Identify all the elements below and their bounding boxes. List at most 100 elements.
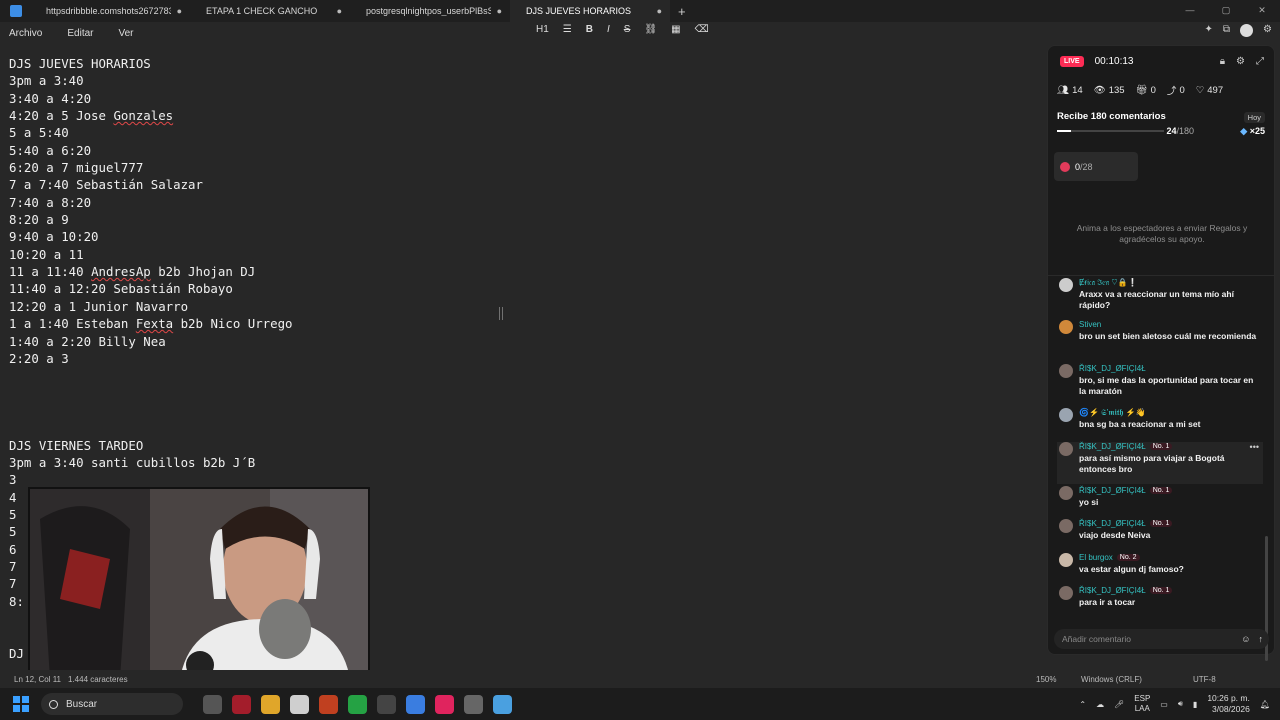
editor-line[interactable]: 1 a 1:40 Esteban Fexta b2b Nico Urrego — [9, 315, 1039, 332]
tab-2[interactable]: ETAPA 1 CHECK GANCHO ● — [190, 0, 350, 22]
tray-chevron-icon[interactable]: ⌃ — [1079, 700, 1086, 709]
chat-username[interactable]: Ɇɍ𝔦𝔠𝔞 ℑ𝔢𝔫 ♡🔒❕ — [1079, 278, 1138, 288]
lock-icon[interactable]: 🔒︎ — [1220, 56, 1225, 67]
chat-avatar[interactable] — [1059, 364, 1073, 378]
tiktok-icon[interactable] — [435, 694, 454, 714]
editor-line[interactable] — [9, 402, 1039, 419]
app-icon-red[interactable] — [232, 694, 251, 714]
windows-start-icon[interactable] — [13, 696, 29, 712]
menu-editar[interactable]: Editar — [67, 28, 93, 39]
chat-message[interactable]: ŘI$K_DJ_ØFIÇI4Ł No. 1 para ir a tocar — [1057, 586, 1263, 618]
gift-goal-card[interactable]: 0/28 — [1054, 152, 1138, 181]
settings-gear-icon[interactable]: ⚙ — [1263, 24, 1272, 37]
heading-dropdown[interactable]: H1 — [536, 24, 549, 35]
editor-line[interactable]: 12:20 a 1 Junior Navarro — [9, 298, 1039, 315]
chat-avatar[interactable] — [1059, 586, 1073, 600]
tab-3[interactable]: postgresqlnightpos_userbPlBsSh6o1 ● — [350, 0, 510, 22]
strikethrough-button[interactable]: S — [624, 24, 631, 35]
chat-username[interactable]: ŘI$K_DJ_ØFIÇI4Ł No. 1 — [1079, 442, 1173, 451]
onedrive-icon[interactable]: ☁ — [1096, 700, 1104, 709]
editor-line[interactable] — [9, 385, 1039, 402]
tab-close-icon[interactable]: ● — [177, 6, 182, 16]
taskbar-search[interactable]: Buscar — [41, 693, 183, 715]
maximize-button[interactable]: ▢ — [1208, 0, 1244, 20]
editor-line[interactable]: 7:40 a 8:20 — [9, 194, 1039, 211]
notepad-icon[interactable] — [493, 694, 512, 714]
close-window-button[interactable]: ✕ — [1244, 0, 1280, 20]
tab-close-icon[interactable]: ● — [657, 6, 662, 16]
network-icon[interactable]: ▭ — [1160, 700, 1168, 709]
chat-username[interactable]: ŘI$K_DJ_ØFIÇI4Ł No. 1 — [1079, 486, 1173, 495]
chat-avatar[interactable] — [1059, 408, 1073, 422]
chat-message[interactable]: 🌀⚡ 𝕾’𝖒𝖎𝖙𝖍 ⚡👋 bna sg ba a reacionar a mi s… — [1057, 408, 1263, 440]
minimize-button[interactable]: — — [1172, 0, 1208, 20]
tab-close-icon[interactable]: ● — [337, 6, 342, 16]
notification-bell-icon[interactable]: 🔔︎ — [1260, 700, 1270, 709]
link-icon[interactable]: ⛓ — [644, 24, 657, 35]
chat-avatar[interactable] — [1059, 486, 1073, 500]
chat-username[interactable]: ŘI$K_DJ_ØFIÇI4Ł No. 1 — [1079, 519, 1173, 528]
whatsapp-icon[interactable] — [348, 694, 367, 714]
editor-line[interactable]: 9:40 a 10:20 — [9, 228, 1039, 245]
editor-line[interactable]: 3pm a 3:40 — [9, 72, 1039, 89]
chat-message[interactable]: ŘI$K_DJ_ØFIÇI4Ł No. 1 viajo desde Neiva — [1057, 519, 1263, 551]
editor-line[interactable]: 3pm a 3:40 santi cubillos b2b J´B — [9, 454, 1039, 471]
clear-format-icon[interactable]: ⌫ — [695, 24, 709, 35]
chrome-icon[interactable] — [406, 694, 425, 714]
chat-message[interactable]: ŘI$K_DJ_ØFIÇI4Ł No. 1 yo si — [1057, 486, 1263, 517]
taskbar-clock[interactable]: 10:26 p. m. 3/08/2026 — [1207, 693, 1250, 715]
list-icon[interactable]: ☰ — [563, 24, 572, 35]
volume-icon[interactable]: 🔊︎ — [1178, 699, 1183, 709]
editor-line[interactable]: DJS JUEVES HORARIOS — [9, 55, 1039, 72]
app-icon-orange[interactable] — [319, 694, 338, 714]
chat-avatar[interactable] — [1059, 519, 1073, 533]
chat-avatar[interactable] — [1059, 278, 1073, 292]
italic-button[interactable]: I — [607, 24, 610, 35]
popout-icon[interactable]: ⤢ — [1256, 56, 1264, 67]
tab-1[interactable]: httpsdribbble.comshots26727839-M ● — [30, 0, 190, 22]
chat-message[interactable]: ŘI$K_DJ_ØFIÇI4Ł bro, si me das la oportun… — [1057, 364, 1263, 406]
table-icon[interactable]: ▦ — [671, 24, 680, 35]
chat-username[interactable]: ŘI$K_DJ_ØFIÇI4Ł — [1079, 364, 1146, 373]
emoji-icon[interactable]: ☺ — [1241, 634, 1250, 644]
editor-line[interactable]: 11 a 11:40 AndresAp b2b Jhojan DJ — [9, 263, 1039, 280]
lang-indicator[interactable]: ESP LAA — [1134, 694, 1150, 714]
editor-line[interactable] — [9, 367, 1039, 384]
editor-line[interactable]: 4:20 a 5 Jose Gonzales — [9, 107, 1039, 124]
line-ending[interactable]: Windows (CRLF) — [1081, 675, 1142, 684]
zoom-level[interactable]: 150% — [1036, 675, 1056, 684]
editor-line[interactable]: 3 — [9, 471, 1039, 488]
app-icon-gray[interactable] — [377, 694, 396, 714]
chat-avatar[interactable] — [1059, 442, 1073, 456]
editor-line[interactable]: 5 a 5:40 — [9, 124, 1039, 141]
chat-message[interactable]: El burgox No. 2 va estar algun dj famoso? — [1057, 553, 1263, 584]
send-arrow-icon[interactable]: ↑ — [1259, 634, 1264, 644]
chat-avatar[interactable] — [1059, 553, 1073, 567]
editor-line[interactable]: 5:40 a 6:20 — [9, 142, 1039, 159]
editor-line[interactable]: 2:20 a 3 — [9, 350, 1039, 367]
cast-icon[interactable]: ⧉ — [1223, 24, 1230, 37]
file-explorer-icon[interactable] — [261, 694, 280, 714]
editor-line[interactable]: DJS VIERNES TARDEO — [9, 437, 1039, 454]
tab-close-icon[interactable]: ● — [497, 6, 502, 16]
chat-username[interactable]: ŘI$K_DJ_ØFIÇI4Ł No. 1 — [1079, 586, 1173, 595]
chat-message[interactable]: Ɇɍ𝔦𝔠𝔞 ℑ𝔢𝔫 ♡🔒❕ Araxx va a reaccionar un te… — [1057, 278, 1263, 318]
comment-input[interactable]: Añadir comentario ☺ ↑ — [1054, 629, 1269, 649]
settings-icon[interactable]: ⚙ — [1236, 56, 1245, 67]
chat-message[interactable]: ŘI$K_DJ_ØFIÇI4Ł No. 1 para así mismo para … — [1057, 442, 1263, 484]
store-icon[interactable] — [290, 694, 309, 714]
editor-line[interactable]: 8:20 a 9 — [9, 211, 1039, 228]
task-view-icon[interactable] — [203, 694, 222, 714]
chat-username[interactable]: 🌀⚡ 𝕾’𝖒𝖎𝖙𝖍 ⚡👋 — [1079, 408, 1145, 418]
tab-4-active[interactable]: DJS JUEVES HORARIOS ● — [510, 0, 670, 22]
editor-line[interactable]: 6:20 a 7 miguel777 — [9, 159, 1039, 176]
menu-ver[interactable]: Ver — [118, 28, 133, 39]
new-tab-button[interactable]: + — [678, 4, 686, 19]
editor-line[interactable]: 3:40 a 4:20 — [9, 90, 1039, 107]
account-avatar[interactable] — [1240, 24, 1254, 37]
editor-line[interactable]: 7 a 7:40 Sebastián Salazar — [9, 176, 1039, 193]
editor-line[interactable]: 10:20 a 11 — [9, 246, 1039, 263]
editor-line[interactable]: 11:40 a 12:20 Sebastián Robayo — [9, 280, 1039, 297]
battery-icon[interactable]: ▮ — [1193, 700, 1197, 709]
chat-username[interactable]: El burgox No. 2 — [1079, 553, 1140, 562]
